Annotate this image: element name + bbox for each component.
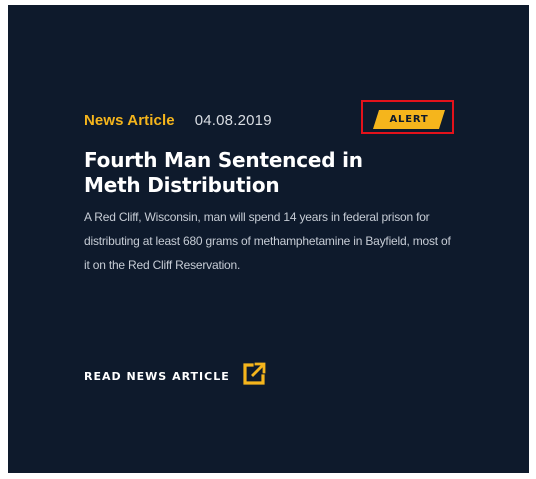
- article-meta: News Article 04.08.2019: [84, 110, 272, 130]
- article-category: News Article: [84, 111, 175, 129]
- external-link-icon: [242, 362, 266, 391]
- read-news-article-label: READ NEWS ARTICLE: [84, 369, 230, 383]
- article-summary: A Red Cliff, Wisconsin, man will spend 1…: [84, 210, 451, 272]
- article-date: 04.08.2019: [194, 111, 272, 129]
- alert-badge-label: ALERT: [389, 114, 429, 125]
- alert-badge: ALERT: [373, 110, 445, 129]
- read-news-article-link[interactable]: READ NEWS ARTICLE: [84, 362, 266, 390]
- page: News Article 04.08.2019 ALERT Fourth Man…: [0, 0, 536, 479]
- article-title: Fourth Man Sentenced in Meth Distributio…: [84, 148, 363, 197]
